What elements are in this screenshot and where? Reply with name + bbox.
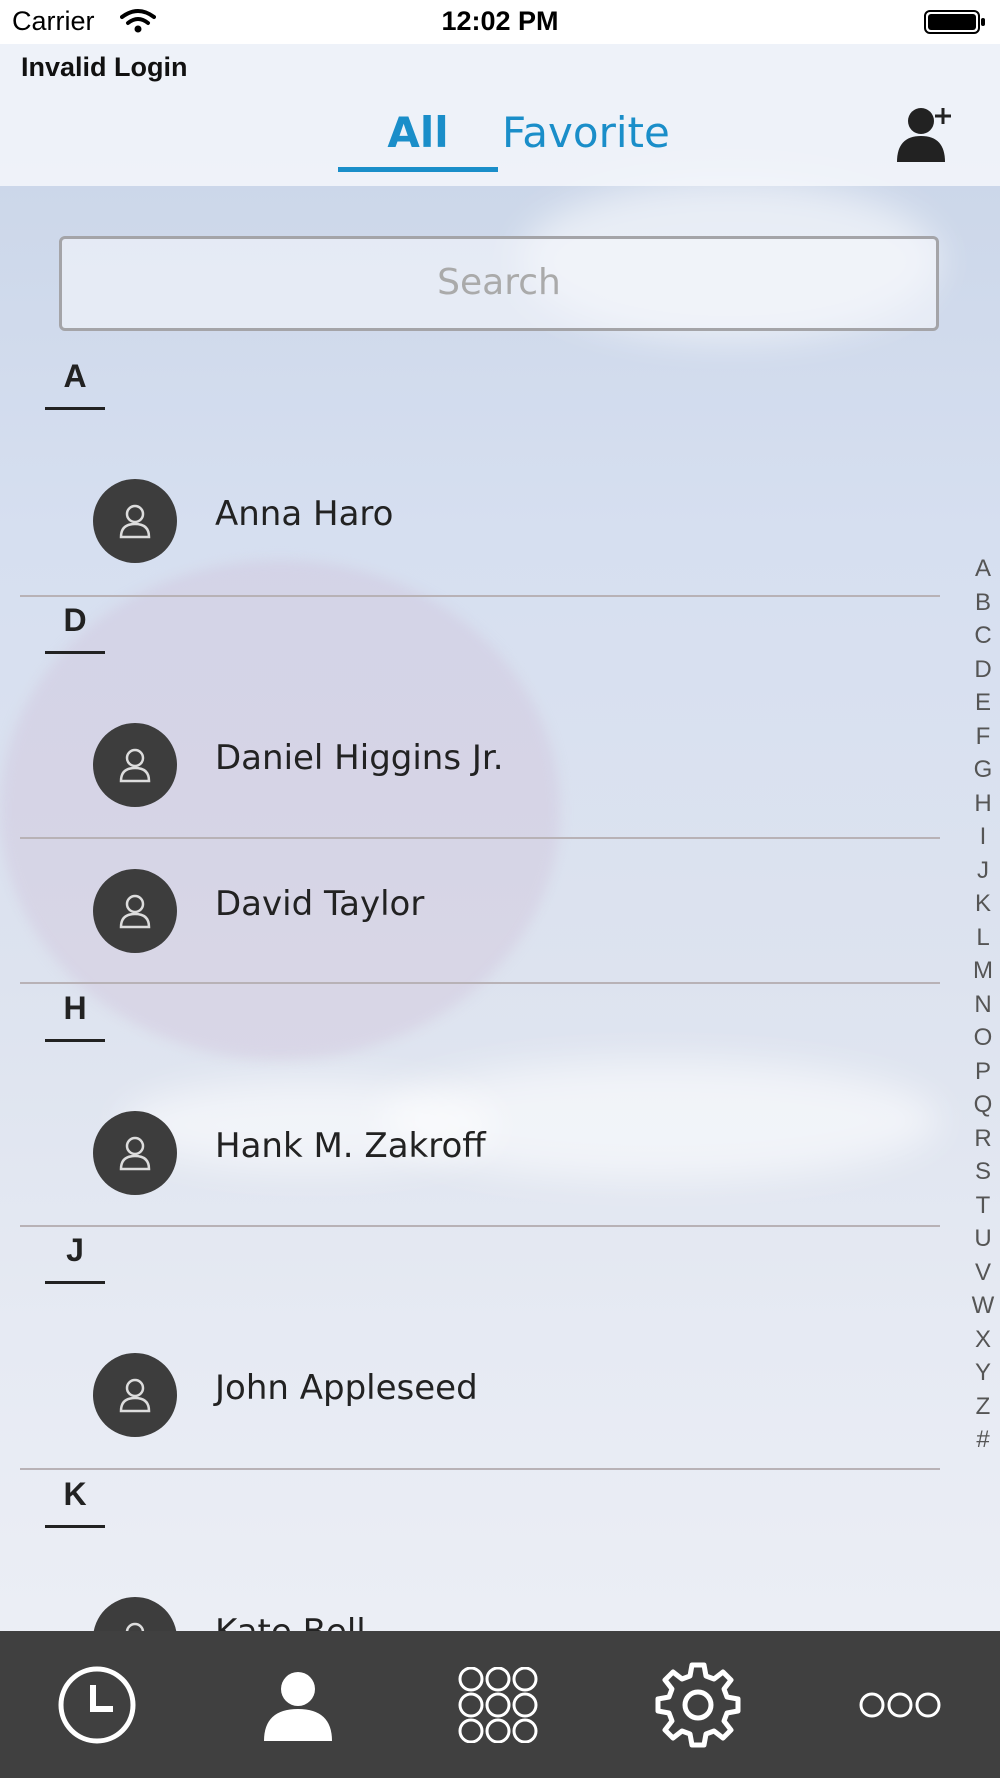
tab-contacts[interactable] — [246, 1631, 350, 1778]
section-letter: K — [45, 1476, 105, 1528]
person-outline-icon — [119, 748, 151, 783]
bottom-tab-bar — [0, 1631, 1000, 1778]
index-letter[interactable]: U — [966, 1222, 1000, 1256]
person-outline-icon — [119, 1136, 151, 1171]
avatar — [93, 869, 177, 953]
section-header-j: J — [45, 1232, 105, 1284]
index-letter[interactable]: Y — [966, 1356, 1000, 1390]
contact-row[interactable]: David Taylor — [0, 838, 940, 983]
tab-more[interactable] — [848, 1631, 952, 1778]
avatar — [93, 1353, 177, 1437]
status-bar: Carrier 12:02 PM — [0, 0, 1000, 44]
index-letter[interactable]: S — [966, 1155, 1000, 1189]
index-letter[interactable]: R — [966, 1122, 1000, 1156]
top-header: Invalid Login All Favorite — [0, 44, 1000, 186]
section-header-h: H — [45, 990, 105, 1042]
tab-settings[interactable] — [646, 1631, 750, 1778]
contact-name: Daniel Higgins Jr. — [215, 738, 504, 778]
index-letter[interactable]: D — [966, 653, 1000, 687]
avatar — [93, 479, 177, 563]
index-letter[interactable]: G — [966, 753, 1000, 787]
index-letter[interactable]: N — [966, 988, 1000, 1022]
index-letter[interactable]: E — [966, 686, 1000, 720]
index-letter[interactable]: X — [966, 1323, 1000, 1357]
tab-recents[interactable] — [45, 1631, 149, 1778]
section-header-k: K — [45, 1476, 105, 1528]
battery-icon — [924, 10, 985, 34]
tab-all[interactable]: All — [338, 108, 498, 172]
contact-name: David Taylor — [215, 884, 425, 924]
search-input[interactable]: Search — [59, 236, 939, 331]
person-outline-icon — [119, 504, 151, 539]
index-letter[interactable]: W — [966, 1289, 1000, 1323]
index-letter[interactable]: H — [966, 787, 1000, 821]
row-divider — [20, 595, 940, 597]
index-letter[interactable]: M — [966, 954, 1000, 988]
avatar — [93, 1111, 177, 1195]
section-letter: A — [45, 358, 105, 410]
tab-favorite[interactable]: Favorite — [502, 108, 670, 157]
person-outline-icon — [119, 1378, 151, 1413]
contact-name: Anna Haro — [215, 494, 394, 534]
row-divider — [20, 982, 940, 984]
person-outline-icon — [119, 894, 151, 929]
section-letter: J — [45, 1232, 105, 1284]
contact-name: Hank M. Zakroff — [215, 1126, 486, 1166]
avatar — [93, 723, 177, 807]
contact-row[interactable]: Hank M. Zakroff — [0, 1080, 940, 1225]
index-letter[interactable]: L — [966, 921, 1000, 955]
contact-row[interactable]: Daniel Higgins Jr. — [0, 692, 940, 837]
status-time: 12:02 PM — [441, 6, 559, 36]
index-letter[interactable]: F — [966, 720, 1000, 754]
recents-clock-icon — [58, 1666, 136, 1743]
index-letter[interactable]: B — [966, 586, 1000, 620]
contact-row[interactable]: Anna Haro — [0, 448, 940, 593]
index-letter[interactable]: C — [966, 619, 1000, 653]
more-icon — [859, 1692, 941, 1717]
index-letter[interactable]: J — [966, 854, 1000, 888]
index-letter[interactable]: V — [966, 1256, 1000, 1290]
index-letter[interactable]: Z — [966, 1390, 1000, 1424]
section-letter: D — [45, 602, 105, 654]
login-status-message: Invalid Login — [21, 52, 188, 82]
index-letter[interactable]: Q — [966, 1088, 1000, 1122]
section-header-a: A — [45, 358, 105, 410]
index-letter[interactable]: P — [966, 1055, 1000, 1089]
keypad-icon — [458, 1666, 538, 1743]
settings-gear-icon — [655, 1662, 741, 1747]
section-letter: H — [45, 990, 105, 1042]
index-letter[interactable]: O — [966, 1021, 1000, 1055]
index-letter[interactable]: A — [966, 552, 1000, 586]
contact-name: John Appleseed — [215, 1368, 478, 1408]
row-divider — [20, 1468, 940, 1470]
index-letter[interactable]: K — [966, 887, 1000, 921]
row-divider — [20, 1225, 940, 1227]
section-header-d: D — [45, 602, 105, 654]
contact-row[interactable]: John Appleseed — [0, 1322, 940, 1467]
alphabet-index[interactable]: A B C D E F G H I J K L M N O P Q R S T U V W X Y Z # — [966, 552, 1000, 1457]
index-letter[interactable]: I — [966, 820, 1000, 854]
tab-keypad[interactable] — [446, 1631, 550, 1778]
contacts-person-icon — [264, 1671, 332, 1741]
add-contact-icon[interactable] — [895, 104, 957, 164]
index-letter[interactable]: # — [966, 1423, 1000, 1457]
index-letter[interactable]: T — [966, 1189, 1000, 1223]
